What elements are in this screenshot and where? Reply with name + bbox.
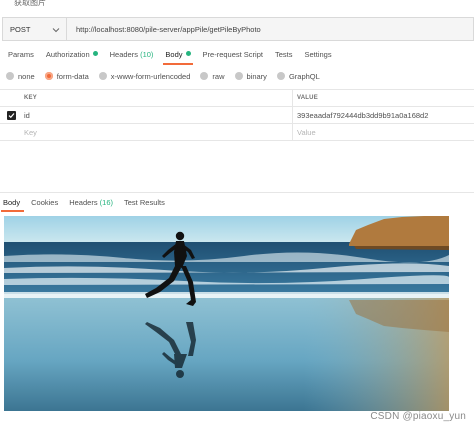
window-title: 获取图片 [14,0,46,7]
response-tab-test-results-label: Test Results [124,198,165,207]
method-label: POST [10,24,31,34]
response-divider [0,192,474,193]
tab-pre-request-script[interactable]: Pre-request Script [197,46,269,64]
param-value-text: 393eaadaf792444db3dd9b91a0a168d2 [297,110,429,120]
tab-headers-label: Headers [109,50,138,59]
tab-body[interactable]: Body [159,46,196,65]
url-input[interactable]: http://localhost:8080/pile-server/appPil… [67,17,474,41]
request-tabs: Params Authorization Headers (10) Body P… [2,46,338,65]
response-image [4,216,449,411]
radio-binary[interactable]: binary [234,71,267,81]
table-header-row: KEY VALUE [0,90,474,107]
params-table: KEY VALUE id 393eaadaf792444db3dd9b91a0a… [0,89,474,141]
response-tab-body-label: Body [3,198,21,207]
radio-graphql-label: GraphQL [288,71,320,81]
tab-authorization-label: Authorization [45,50,90,59]
param-key-text: id [24,110,30,120]
response-tab-cookies-label: Cookies [31,198,59,207]
chevron-down-icon [52,28,60,33]
new-key-field[interactable]: Key [22,124,293,140]
key-column-header: KEY [22,90,293,106]
radio-icon [200,72,209,80]
table-row: id 393eaadaf792444db3dd9b91a0a168d2 [0,107,474,124]
response-tab-cookies[interactable]: Cookies [28,195,63,211]
response-tab-headers[interactable]: Headers (16) [66,195,118,211]
beach-runner-image [4,216,449,411]
radio-graphql[interactable]: GraphQL [276,71,320,81]
radio-raw[interactable]: raw [200,71,225,81]
method-select[interactable]: POST [2,17,67,41]
status-dot-icon [92,51,98,56]
response-tab-headers-label: Headers [69,198,98,207]
radio-selected-icon [44,72,53,80]
radio-binary-label: binary [246,71,267,81]
tab-tests[interactable]: Tests [269,46,299,64]
radio-x-www-form-urlencoded[interactable]: x-www-form-urlencoded [98,71,191,81]
radio-icon [98,72,107,80]
tab-tests-label: Tests [274,50,293,59]
radio-none-label: none [18,71,35,81]
response-tab-headers-count: (16) [99,198,114,207]
tab-authorization[interactable]: Authorization [40,46,104,64]
tab-headers[interactable]: Headers (10) [104,46,160,64]
value-column-header: VALUE [297,95,318,101]
checkmark-icon [8,112,14,118]
param-value-field[interactable]: 393eaadaf792444db3dd9b91a0a168d2 [293,107,474,123]
watermark-text: CSDN @piaoxu_yun [370,411,466,422]
param-key-field[interactable]: id [22,107,293,123]
tab-pre-request-script-label: Pre-request Script [202,50,263,59]
tab-settings-label: Settings [304,50,332,59]
radio-none[interactable]: none [6,72,35,81]
body-type-options: none form-data x-www-form-urlencoded raw… [6,69,330,83]
radio-form-data[interactable]: form-data [44,71,89,81]
new-value-placeholder: Value [297,127,316,137]
tab-params-label: Params [8,50,34,59]
request-url-bar: POST http://localhost:8080/pile-server/a… [2,17,474,41]
status-dot-icon [185,51,191,56]
row-checkbox-cell [0,110,22,120]
tab-settings[interactable]: Settings [299,46,338,64]
radio-icon [234,72,243,80]
new-key-placeholder: Key [24,127,37,137]
tab-headers-count: (10) [140,50,154,59]
row-checkbox[interactable] [6,110,16,120]
response-tabs: Body Cookies Headers (16) Test Results [0,195,173,212]
response-tab-test-results[interactable]: Test Results [121,195,170,211]
response-tab-body[interactable]: Body [0,195,25,212]
tab-params[interactable]: Params [2,46,40,64]
new-value-field[interactable]: Value [293,124,474,140]
radio-urlencoded-label: x-www-form-urlencoded [110,71,191,81]
radio-icon [276,72,285,80]
radio-icon [6,72,14,80]
url-text: http://localhost:8080/pile-server/appPil… [76,24,261,34]
table-row-new: Key Value [0,124,474,141]
radio-raw-label: raw [212,71,225,81]
tab-body-label: Body [165,50,183,59]
radio-form-data-label: form-data [56,71,89,81]
